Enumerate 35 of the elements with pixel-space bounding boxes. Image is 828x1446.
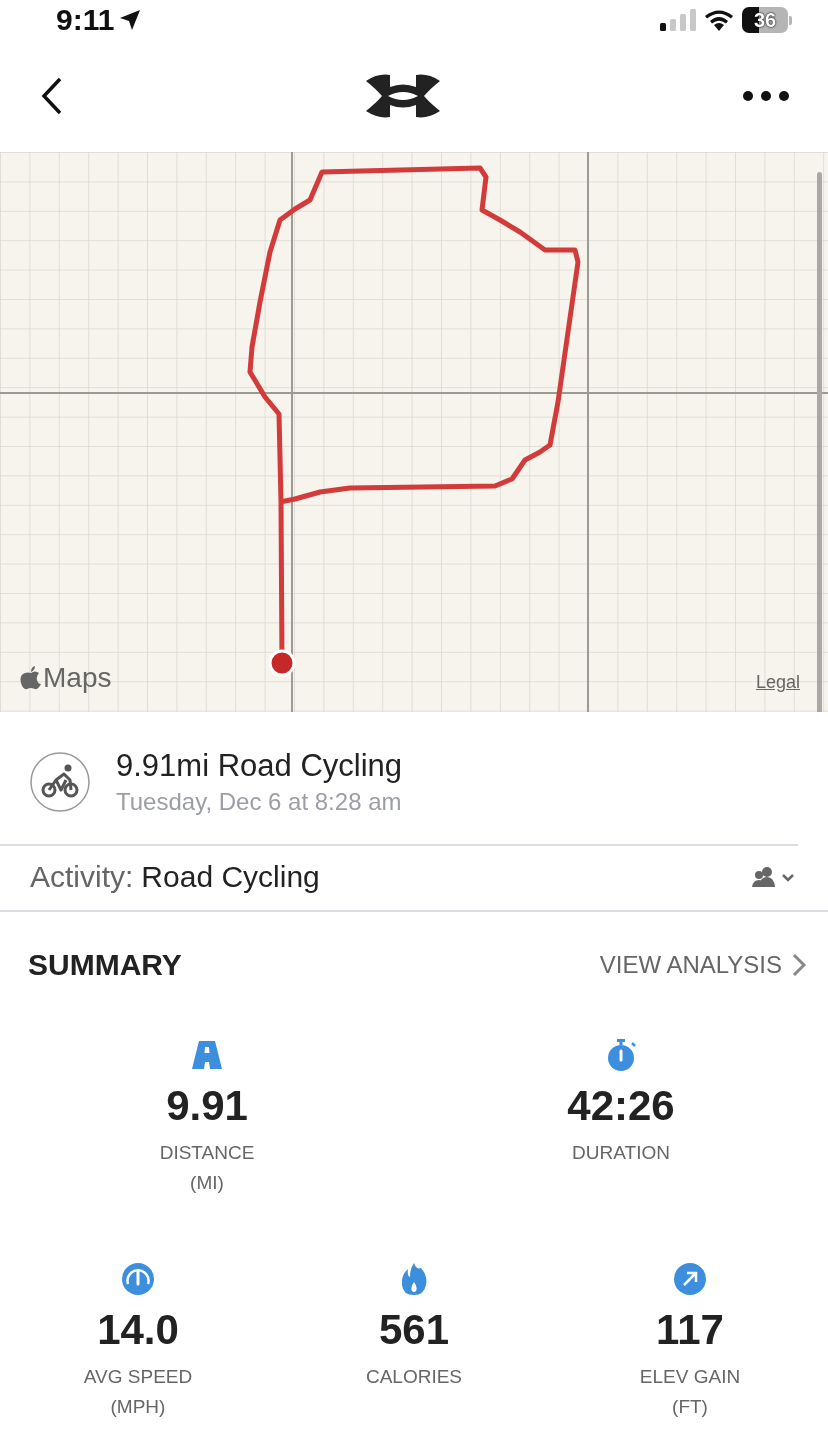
stat-label: ELEV GAIN (639, 1365, 741, 1389)
logo-icon (364, 73, 442, 119)
stat-unit: (MPH) (110, 1395, 166, 1419)
wifi-icon (704, 9, 734, 31)
activity-label: Activity: (30, 860, 134, 893)
stat-value: 9.91 (166, 1082, 248, 1130)
stat-label: DURATION (572, 1141, 670, 1165)
chevron-right-icon (792, 953, 806, 977)
arrow-up-right-icon (673, 1262, 707, 1296)
stat-unit: (MI) (190, 1171, 224, 1195)
view-analysis-link[interactable]: VIEW ANALYSIS (599, 951, 806, 979)
more-icon[interactable] (742, 90, 790, 102)
signal-icon (660, 9, 696, 31)
activity-value: Road Cycling (141, 860, 320, 893)
workout-date: Tuesday, Dec 6 at 8:28 am (116, 788, 403, 816)
summary-heading: SUMMARY (28, 948, 182, 982)
start-marker (268, 649, 296, 677)
status-time: 9:11 (56, 3, 115, 37)
stat-unit: (FT) (672, 1395, 708, 1419)
stat-value: 561 (378, 1306, 450, 1354)
workout-title: 9.91mi Road Cycling (116, 748, 403, 784)
back-icon[interactable] (40, 77, 64, 115)
legal-link[interactable]: Legal (755, 672, 800, 693)
location-arrow-icon (118, 8, 143, 32)
cyclist-icon (30, 752, 90, 812)
apple-logo-icon (20, 666, 42, 690)
road-icon (190, 1038, 224, 1072)
stat-label: CALORIES (365, 1365, 463, 1389)
speedometer-icon (121, 1262, 155, 1296)
stat-value: 14.0 (97, 1306, 179, 1354)
maps-label: Maps (43, 662, 112, 694)
stat-label: AVG SPEED (83, 1365, 193, 1389)
stat-value: 42:26 (567, 1082, 675, 1130)
stat-label: DISTANCE (159, 1141, 255, 1165)
stat-value: 117 (656, 1306, 724, 1354)
